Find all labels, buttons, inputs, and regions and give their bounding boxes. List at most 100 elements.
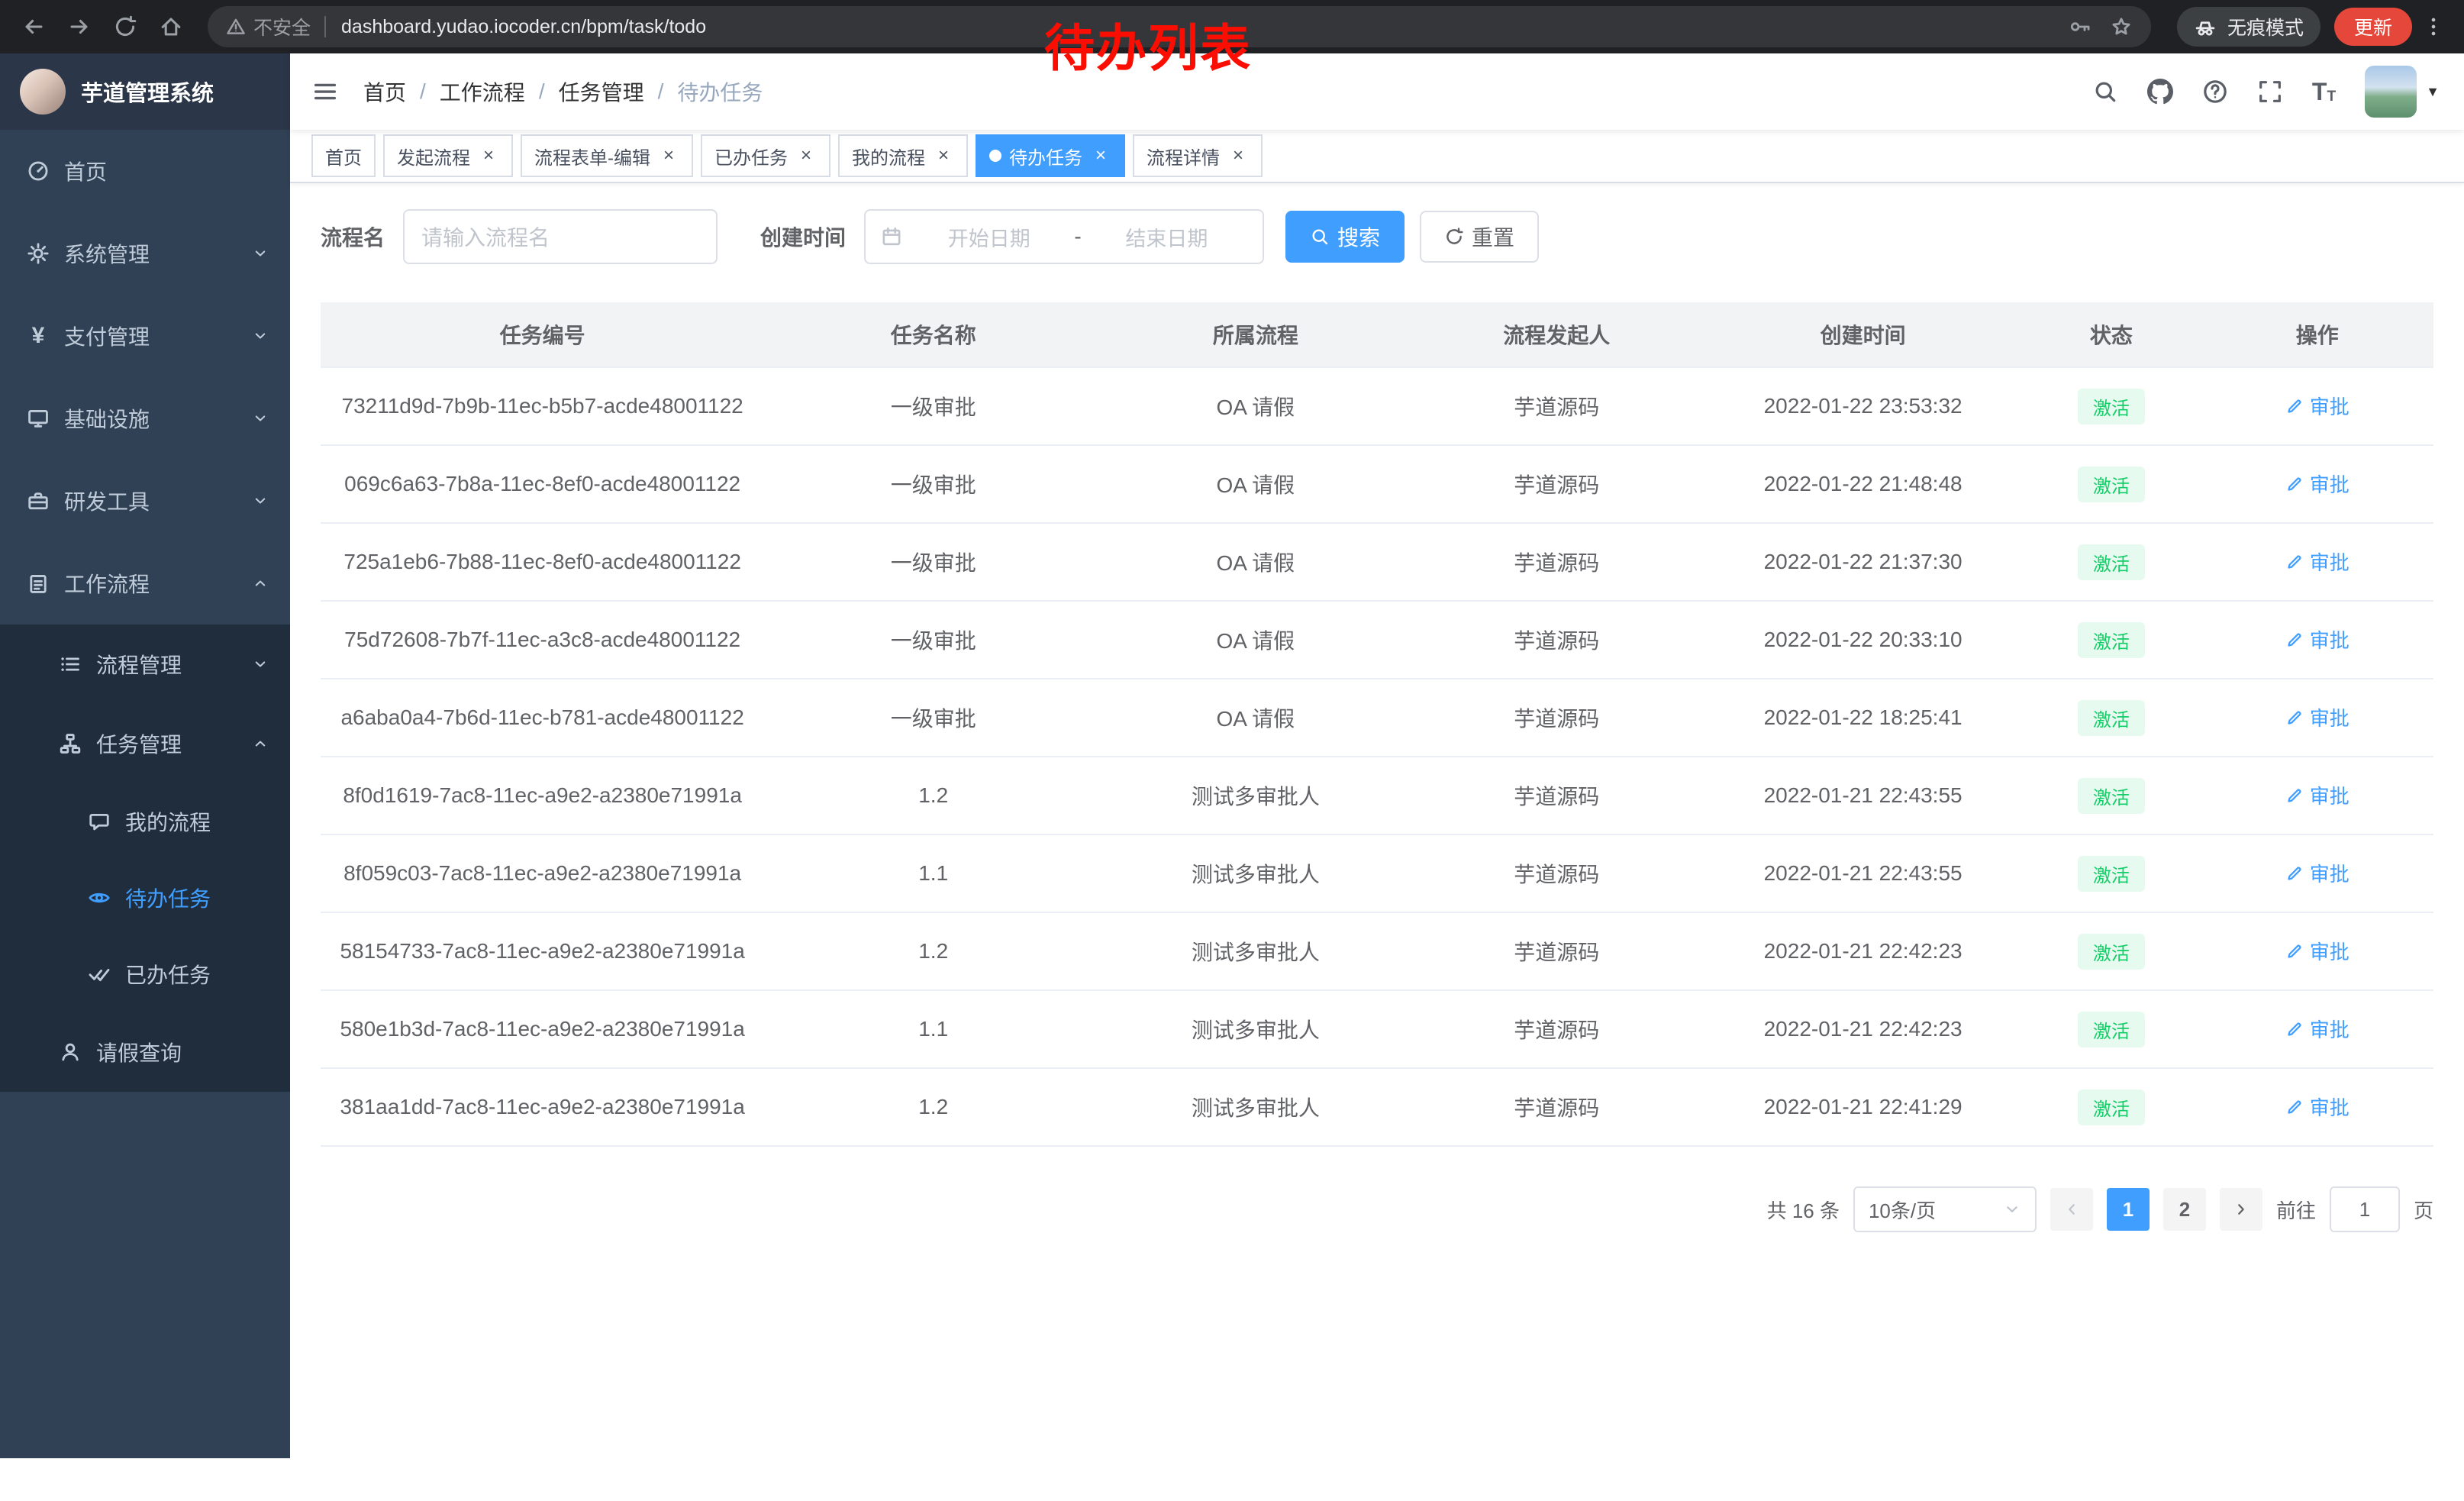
back-icon[interactable] xyxy=(12,5,55,48)
tab-done-task[interactable]: 已办任务× xyxy=(701,134,830,177)
cell-process: OA 请假 xyxy=(1102,679,1408,757)
cell-name: 1.1 xyxy=(764,834,1102,912)
cell-id: 8f059c03-7ac8-11ec-a9e2-a2380e71991a xyxy=(321,834,764,912)
table-row: 58154733-7ac8-11ec-a9e2-a2380e71991a1.2测… xyxy=(321,912,2433,990)
cell-action: 审批 xyxy=(2201,834,2433,912)
tab-my-process[interactable]: 我的流程× xyxy=(838,134,968,177)
cell-name: 1.1 xyxy=(764,990,1102,1068)
search-button[interactable]: 搜索 xyxy=(1285,211,1405,263)
approve-button[interactable]: 审批 xyxy=(2285,937,2350,965)
double-check-icon xyxy=(87,963,111,986)
reset-button[interactable]: 重置 xyxy=(1420,211,1539,263)
home-icon[interactable] xyxy=(150,5,192,48)
fullscreen-icon[interactable] xyxy=(2257,79,2283,105)
tab-home[interactable]: 首页 xyxy=(311,134,376,177)
prev-page-button[interactable] xyxy=(2050,1188,2093,1231)
page-button-2[interactable]: 2 xyxy=(2163,1188,2206,1231)
tab-process-detail[interactable]: 流程详情× xyxy=(1133,134,1263,177)
cell-status: 激活 xyxy=(2021,679,2201,757)
cell-status: 激活 xyxy=(2021,912,2201,990)
approve-button[interactable]: 审批 xyxy=(2285,1015,2350,1043)
browser-menu-icon[interactable] xyxy=(2415,15,2452,38)
sidebar-item-leave-query[interactable]: 请假查询 xyxy=(0,1012,290,1092)
approve-button[interactable]: 审批 xyxy=(2285,547,2350,576)
process-name-input[interactable]: 请输入流程名 xyxy=(403,209,718,264)
annotation-overlay: 待办列表 xyxy=(1044,8,1252,81)
user-avatar[interactable]: ▼ xyxy=(2365,66,2440,118)
hamburger-icon[interactable] xyxy=(311,78,339,105)
date-range-picker[interactable]: 开始日期 - 结束日期 xyxy=(864,209,1264,264)
table-row: 069c6a63-7b8a-11ec-8ef0-acde48001122一级审批… xyxy=(321,445,2433,523)
sidebar-item-home[interactable]: 首页 xyxy=(0,130,290,212)
table-row: 580e1b3d-7ac8-11ec-a9e2-a2380e71991a1.1测… xyxy=(321,990,2433,1068)
sidebar-item-my-process[interactable]: 我的流程 xyxy=(0,783,290,860)
sidebar-item-todo-task[interactable]: 待办任务 xyxy=(0,860,290,936)
status-badge: 激活 xyxy=(2078,1012,2145,1047)
next-page-button[interactable] xyxy=(2220,1188,2262,1231)
sidebar-item-workflow[interactable]: 工作流程 xyxy=(0,542,290,625)
close-tab-icon[interactable]: × xyxy=(795,145,817,166)
filter-bar: 流程名 请输入流程名 创建时间 开始日期 - 结束日期 搜索 重置 xyxy=(321,209,2433,264)
approve-button[interactable]: 审批 xyxy=(2285,1093,2350,1121)
approve-label: 审批 xyxy=(2310,1015,2350,1043)
sidebar-item-done-task[interactable]: 已办任务 xyxy=(0,936,290,1012)
cell-process: OA 请假 xyxy=(1102,445,1408,523)
close-tab-icon[interactable]: × xyxy=(1090,145,1111,166)
approve-button[interactable]: 审批 xyxy=(2285,625,2350,654)
sidebar-item-infrastructure[interactable]: 基础设施 xyxy=(0,377,290,460)
cell-process: OA 请假 xyxy=(1102,367,1408,445)
column-header: 流程发起人 xyxy=(1409,302,1705,367)
page-size-select[interactable]: 10条/页 xyxy=(1853,1186,2037,1232)
password-key-icon[interactable] xyxy=(2069,15,2091,38)
cell-process: 测试多审批人 xyxy=(1102,834,1408,912)
goto-page-input[interactable]: 1 xyxy=(2330,1186,2400,1232)
cell-initiator: 芋道源码 xyxy=(1409,367,1705,445)
cell-status: 激活 xyxy=(2021,1068,2201,1146)
page-button-1[interactable]: 1 xyxy=(2107,1188,2150,1231)
approve-button[interactable]: 审批 xyxy=(2285,859,2350,887)
sidebar-item-process-mgmt[interactable]: 流程管理 xyxy=(0,625,290,704)
tab-todo-task[interactable]: 待办任务× xyxy=(976,134,1125,177)
dashboard-icon xyxy=(26,160,50,182)
close-tab-icon[interactable]: × xyxy=(933,145,954,166)
page-buttons: 12 xyxy=(2107,1188,2206,1231)
sidebar-item-label: 基础设施 xyxy=(64,403,150,434)
chevron-down-icon xyxy=(2003,1200,2021,1219)
breadcrumb-item[interactable]: 工作流程 xyxy=(440,76,525,107)
close-tab-icon[interactable]: × xyxy=(478,145,499,166)
cell-status: 激活 xyxy=(2021,523,2201,601)
sidebar-item-payment[interactable]: ¥支付管理 xyxy=(0,295,290,377)
sidebar-item-dev-tools[interactable]: 研发工具 xyxy=(0,460,290,542)
close-tab-icon[interactable]: × xyxy=(658,145,679,166)
breadcrumb-item[interactable]: 任务管理 xyxy=(559,76,644,107)
update-button[interactable]: 更新 xyxy=(2334,8,2412,46)
font-size-icon[interactable]: TT xyxy=(2312,79,2336,104)
breadcrumb-item[interactable]: 首页 xyxy=(363,76,406,107)
bookmark-star-icon[interactable] xyxy=(2110,15,2133,38)
reload-icon[interactable] xyxy=(104,5,147,48)
approve-button[interactable]: 审批 xyxy=(2285,470,2350,498)
edit-icon xyxy=(2285,786,2304,805)
github-icon[interactable] xyxy=(2147,79,2173,105)
close-tab-icon[interactable]: × xyxy=(1227,145,1249,166)
table-row: 725a1eb6-7b88-11ec-8ef0-acde48001122一级审批… xyxy=(321,523,2433,601)
cell-initiator: 芋道源码 xyxy=(1409,757,1705,834)
goto-label: 前往 xyxy=(2276,1196,2316,1224)
sidebar-item-system[interactable]: 系统管理 xyxy=(0,212,290,295)
sidebar-item-task-mgmt[interactable]: 任务管理 xyxy=(0,704,290,783)
process-name-label: 流程名 xyxy=(321,221,385,252)
edit-icon xyxy=(2285,475,2304,493)
approve-button[interactable]: 审批 xyxy=(2285,781,2350,809)
approve-button[interactable]: 审批 xyxy=(2285,703,2350,731)
cell-name: 1.2 xyxy=(764,757,1102,834)
approve-button[interactable]: 审批 xyxy=(2285,392,2350,420)
tab-start-process[interactable]: 发起流程× xyxy=(383,134,513,177)
search-icon[interactable] xyxy=(2092,79,2118,105)
help-icon[interactable] xyxy=(2202,79,2228,105)
approve-label: 审批 xyxy=(2310,392,2350,420)
status-badge: 激活 xyxy=(2078,778,2145,814)
tab-form-edit[interactable]: 流程表单-编辑× xyxy=(521,134,693,177)
breadcrumb-separator: / xyxy=(420,79,426,104)
forward-icon[interactable] xyxy=(58,5,101,48)
cell-name: 一级审批 xyxy=(764,367,1102,445)
